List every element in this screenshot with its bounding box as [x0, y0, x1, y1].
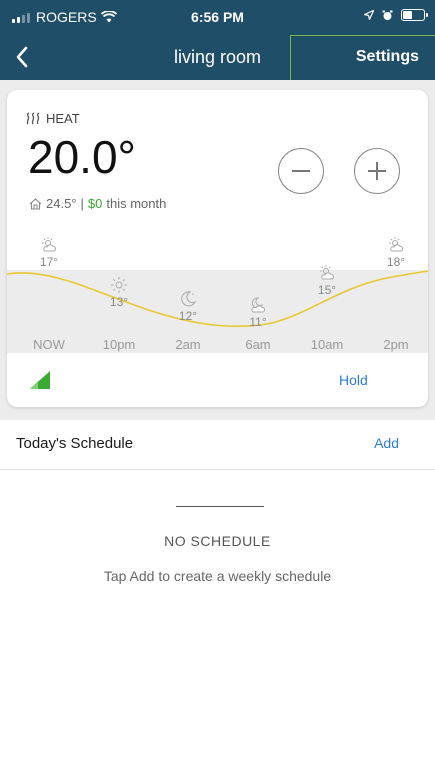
moon-icon	[181, 291, 197, 307]
sun-icon	[111, 277, 127, 293]
forecast-curve	[7, 270, 428, 328]
home-icon	[29, 197, 42, 210]
schedule-title: Today's Schedule	[16, 435, 134, 452]
forecast-temp: 17°	[39, 255, 59, 269]
forecast-item: 13°	[94, 276, 144, 309]
status-bar: ROGERS 6:56 PM	[0, 0, 435, 34]
forecast-temp: 13°	[109, 295, 129, 309]
status-right	[364, 9, 428, 21]
indoor-temperature: 24.5°	[46, 196, 77, 211]
forecast-time: 6am	[245, 337, 271, 352]
alarm-icon	[382, 10, 393, 20]
empty-state-title: NO SCHEDULE	[164, 533, 271, 549]
forecast-temp: 11°	[249, 315, 267, 329]
moon-cloud-icon	[251, 297, 265, 313]
battery-fill	[403, 11, 412, 19]
sun-cloud-icon	[389, 237, 403, 252]
sun-cloud-icon	[320, 265, 334, 280]
forecast-temp: 18°	[386, 255, 406, 269]
forecast-item: 11°	[233, 296, 283, 329]
heat-icon	[26, 112, 40, 125]
cost-amount: $0	[87, 196, 103, 211]
forecast-item: 15°	[302, 264, 352, 297]
forecast-item: 17°	[24, 236, 74, 269]
indoor-summary: 24.5° | $0 this month	[29, 196, 166, 211]
forecast-time: 10am	[310, 337, 344, 352]
forecast-item: 18°	[371, 236, 421, 269]
forecast-item: 12°	[163, 290, 213, 323]
sun-cloud-icon	[42, 237, 56, 252]
decrease-temperature-button[interactable]	[278, 148, 324, 194]
hold-button[interactable]: Hold	[339, 372, 368, 388]
forecast-temp: 12°	[178, 309, 198, 323]
signal-strength-icon	[30, 371, 50, 389]
location-icon	[364, 10, 374, 20]
cost-period: this month	[106, 196, 167, 211]
schedule-header: Today's Schedule Add	[0, 420, 435, 470]
setpoint-temperature: 20.0°	[28, 131, 136, 183]
increase-temperature-button[interactable]	[354, 148, 400, 194]
empty-state-hint: Tap Add to create a weekly schedule	[103, 568, 332, 584]
forecast-temp: 15°	[317, 283, 337, 297]
add-schedule-button[interactable]: Add	[374, 435, 399, 451]
forecast-time: 10pm	[102, 337, 136, 352]
separator: |	[80, 196, 84, 211]
forecast-time: 2am	[175, 337, 201, 352]
mode-label: HEAT	[46, 111, 80, 126]
battery-icon	[401, 9, 428, 21]
plus-icon	[368, 162, 386, 180]
forecast-time: 2pm	[383, 337, 409, 352]
mode-indicator: HEAT	[25, 111, 80, 126]
minus-icon	[292, 170, 310, 172]
empty-state-divider	[176, 506, 264, 507]
forecast-time: NOW	[33, 337, 65, 352]
